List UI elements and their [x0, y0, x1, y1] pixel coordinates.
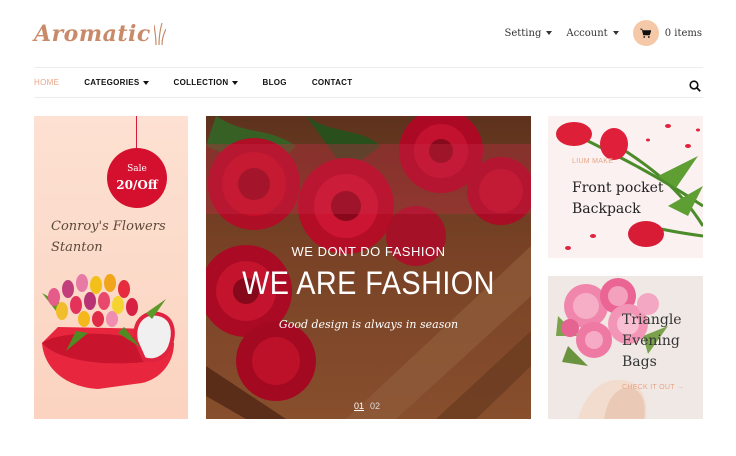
hero-title: WE ARE FASHION — [242, 265, 495, 301]
nav-item-categories[interactable]: CATEGORIES — [84, 78, 149, 87]
promo-card-backpack[interactable]: LIUM MAKE Front pocket Backpack — [548, 116, 703, 258]
slide-dot-2[interactable]: 02 — [370, 401, 380, 411]
header-actions: Setting Account 0 items — [491, 20, 702, 46]
account-label: Account — [566, 27, 608, 39]
caret-down-icon — [612, 31, 619, 35]
nav-item-home[interactable]: HOME — [34, 78, 59, 87]
site-header: Aromatic Setting Account 0 items — [0, 0, 736, 66]
hero-slider[interactable]: WE DONT DO FASHION WE ARE FASHION Good d… — [206, 116, 531, 419]
hero-subtitle: WE DONT DO FASHION — [291, 244, 446, 259]
sale-badge: Sale 20/Off — [107, 148, 167, 208]
caret-down-icon — [231, 80, 238, 85]
logo-text: Aromatic — [34, 21, 151, 47]
card-title: Triangle Evening Bags — [622, 312, 682, 370]
left-promo-banner[interactable]: Sale 20/Off Conroy's Flowers Stanton — [34, 116, 188, 419]
cart-icon — [640, 28, 652, 38]
logo[interactable]: Aromatic — [34, 18, 166, 50]
slide-dot-1[interactable]: 01 — [354, 401, 364, 411]
main-nav: HOME CATEGORIES COLLECTION BLOG CONTACT — [34, 67, 703, 98]
setting-label: Setting — [504, 27, 542, 39]
sale-label: Sale — [127, 164, 147, 174]
check-it-out-link[interactable]: CHECK IT OUT → — [622, 384, 684, 391]
caret-down-icon — [142, 80, 149, 85]
sale-value: 20/Off — [116, 178, 158, 192]
nav-item-blog[interactable]: BLOG — [263, 78, 287, 87]
search-icon — [689, 80, 701, 92]
logo-grass-icon — [153, 23, 166, 45]
hero-tagline: Good design is always in season — [278, 318, 459, 331]
card-title: Front pocket Backpack — [572, 180, 664, 217]
nav-item-collection[interactable]: COLLECTION — [174, 78, 238, 87]
cart-button[interactable] — [632, 20, 659, 46]
search-button[interactable] — [689, 77, 701, 96]
account-dropdown[interactable]: Account — [566, 27, 619, 39]
nav-item-contact[interactable]: CONTACT — [312, 78, 353, 87]
promo-title: Conroy's Flowers Stanton — [51, 219, 166, 255]
gift-box-flowers-image — [42, 274, 175, 389]
caret-down-icon — [546, 31, 553, 35]
promo-card-evening-bags[interactable]: Triangle Evening Bags CHECK IT OUT → — [548, 276, 703, 419]
slider-pagination: 01 02 — [354, 401, 386, 411]
cart-count[interactable]: 0 items — [665, 28, 702, 39]
setting-dropdown[interactable]: Setting — [505, 28, 553, 39]
card-eyebrow: LIUM MAKE — [572, 158, 614, 165]
